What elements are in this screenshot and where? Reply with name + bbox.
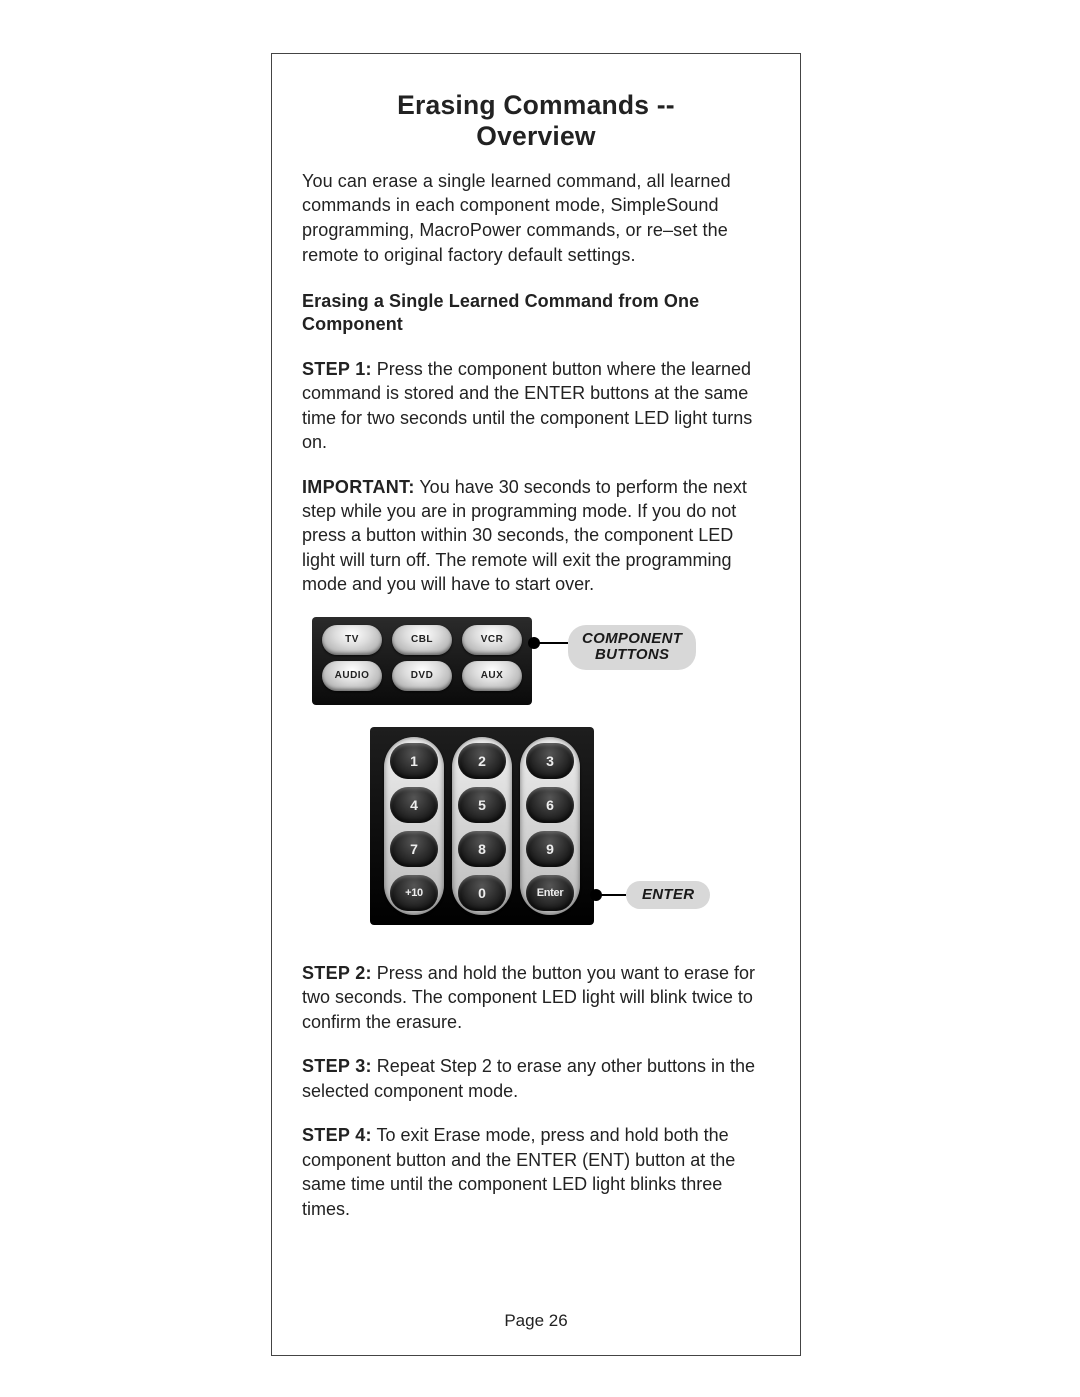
- keypad-column-3: 3 6 9 Enter: [520, 737, 580, 915]
- remote-component-panel: TV CBL VCR AUDIO DVD AUX: [312, 617, 532, 705]
- key-9: 9: [526, 831, 574, 867]
- step-4: STEP 4: To exit Erase mode, press and ho…: [302, 1123, 770, 1221]
- intro-paragraph: You can erase a single learned command, …: [302, 169, 770, 268]
- title-line-1: Erasing Commands --: [397, 90, 675, 120]
- key-4: 4: [390, 787, 438, 823]
- key-8: 8: [458, 831, 506, 867]
- key-2: 2: [458, 743, 506, 779]
- step-3: STEP 3: Repeat Step 2 to erase any other…: [302, 1054, 770, 1103]
- keypad-column-1: 1 4 7 +10: [384, 737, 444, 915]
- title-line-2: Overview: [476, 121, 595, 151]
- component-button-tv: TV: [322, 625, 382, 655]
- callout-component-buttons: COMPONENT BUTTONS: [568, 625, 696, 670]
- component-button-cbl: CBL: [392, 625, 452, 655]
- manual-page: Erasing Commands -- Overview You can era…: [271, 53, 801, 1356]
- key-6: 6: [526, 787, 574, 823]
- component-button-audio: AUDIO: [322, 661, 382, 691]
- keypad-column-2: 2 5 8 0: [452, 737, 512, 915]
- important-lead: IMPORTANT:: [302, 477, 415, 497]
- callout-enter: ENTER: [626, 881, 710, 910]
- key-1: 1: [390, 743, 438, 779]
- keypad-figure: 1 4 7 +10 2 5 8 0 3 6 9 Enter: [312, 727, 742, 935]
- step-4-lead: STEP 4:: [302, 1125, 372, 1145]
- step-1-lead: STEP 1:: [302, 359, 372, 379]
- component-row-2: AUDIO DVD AUX: [322, 661, 522, 691]
- callout-line: [538, 642, 568, 644]
- component-button-dvd: DVD: [392, 661, 452, 691]
- page-number: Page 26: [272, 1311, 800, 1331]
- callout-line: [600, 894, 626, 896]
- callout-component-line1: COMPONENT: [582, 630, 682, 647]
- key-3: 3: [526, 743, 574, 779]
- page-title: Erasing Commands -- Overview: [302, 90, 770, 153]
- subheading: Erasing a Single Learned Command from On…: [302, 290, 770, 337]
- key-7: 7: [390, 831, 438, 867]
- figure: TV CBL VCR AUDIO DVD AUX COMPONENT BUTTO…: [312, 617, 770, 935]
- component-buttons-figure: TV CBL VCR AUDIO DVD AUX COMPONENT BUTTO…: [312, 617, 742, 717]
- step-3-lead: STEP 3:: [302, 1056, 372, 1076]
- key-plus10: +10: [390, 875, 438, 911]
- key-enter: Enter: [526, 875, 574, 911]
- important-note: IMPORTANT: You have 30 seconds to perfor…: [302, 475, 770, 597]
- component-button-aux: AUX: [462, 661, 522, 691]
- key-5: 5: [458, 787, 506, 823]
- key-0: 0: [458, 875, 506, 911]
- callout-component-line2: BUTTONS: [595, 646, 669, 663]
- step-2-lead: STEP 2:: [302, 963, 372, 983]
- callout-enter-text: ENTER: [642, 886, 694, 903]
- remote-keypad-panel: 1 4 7 +10 2 5 8 0 3 6 9 Enter: [370, 727, 594, 925]
- step-2: STEP 2: Press and hold the button you wa…: [302, 961, 770, 1034]
- step-1: STEP 1: Press the component button where…: [302, 357, 770, 455]
- component-row-1: TV CBL VCR: [322, 625, 522, 655]
- component-button-vcr: VCR: [462, 625, 522, 655]
